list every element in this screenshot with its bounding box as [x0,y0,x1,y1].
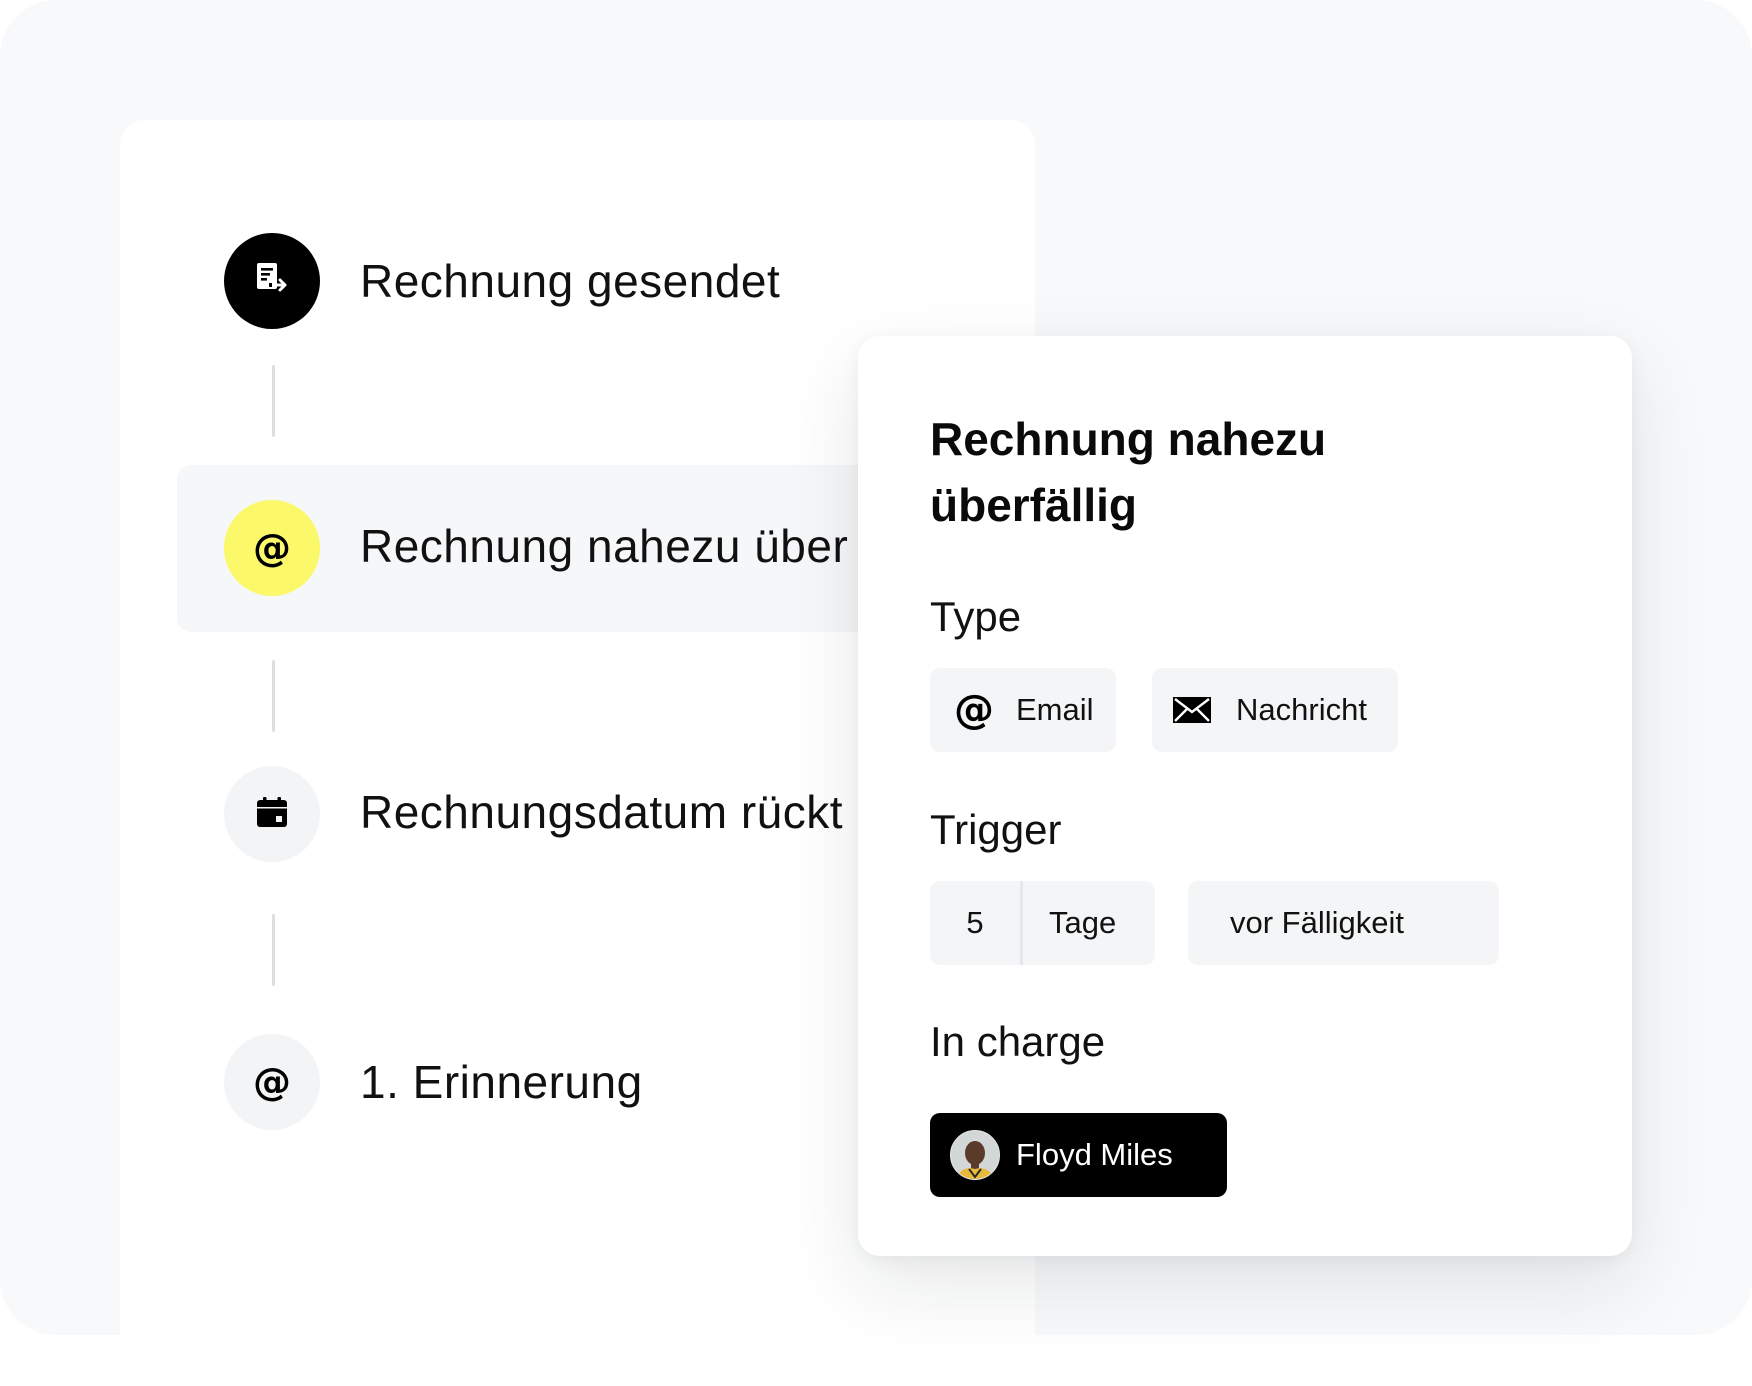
trigger-relation-value: vor Fälligkeit [1230,905,1404,940]
trigger-relation-select[interactable]: vor Fälligkeit [1188,881,1499,965]
step-circle-almost-overdue: @ [224,500,320,596]
step-detail-panel: Rechnung nahezu überfällig Type @ Email … [858,336,1632,1256]
field-divider [1020,881,1023,965]
timeline-connector [272,660,275,732]
timeline-connector [272,365,275,437]
at-sign-icon: @ [954,687,994,733]
trigger-unit-value[interactable]: Tage [1049,905,1116,941]
type-label: Type [930,593,1022,640]
step-label-sent[interactable]: Rechnung gesendet [360,253,780,309]
step-label-first-reminder[interactable]: 1. Erinnerung [360,1054,643,1110]
step-label-invoice-date[interactable]: Rechnungsdatum rückt [360,786,843,838]
step-label-clip: Rechnung nahezu über [360,518,860,578]
step-circle-first-reminder: @ [224,1034,320,1130]
step-circle-invoice-date [224,766,320,862]
trigger-label: Trigger [930,806,1062,853]
type-option-email[interactable]: @ Email [930,668,1116,752]
step-label-clip: Rechnungsdatum rückt [360,784,860,844]
timeline-connector [272,914,275,986]
step-label-almost-overdue[interactable]: Rechnung nahezu über [360,520,848,572]
at-sign-icon: @ [253,526,291,570]
calendar-icon [254,794,290,835]
assignee-name: Floyd Miles [1016,1137,1173,1172]
type-option-message[interactable]: Nachricht [1152,668,1398,752]
in-charge-label: In charge [930,1018,1106,1065]
avatar [950,1130,1000,1180]
type-option-label: Nachricht [1236,692,1367,727]
invoice-send-icon [252,259,292,304]
type-option-label: Email [1016,692,1094,727]
envelope-icon [1172,696,1212,724]
assignee-chip[interactable]: Floyd Miles [930,1113,1227,1197]
trigger-amount-field[interactable]: 5 Tage [930,881,1155,965]
trigger-amount-value[interactable]: 5 [930,905,1020,941]
step-circle-sent [224,233,320,329]
panel-title: Rechnung nahezu überfällig [930,413,1327,531]
at-sign-icon: @ [253,1060,291,1104]
